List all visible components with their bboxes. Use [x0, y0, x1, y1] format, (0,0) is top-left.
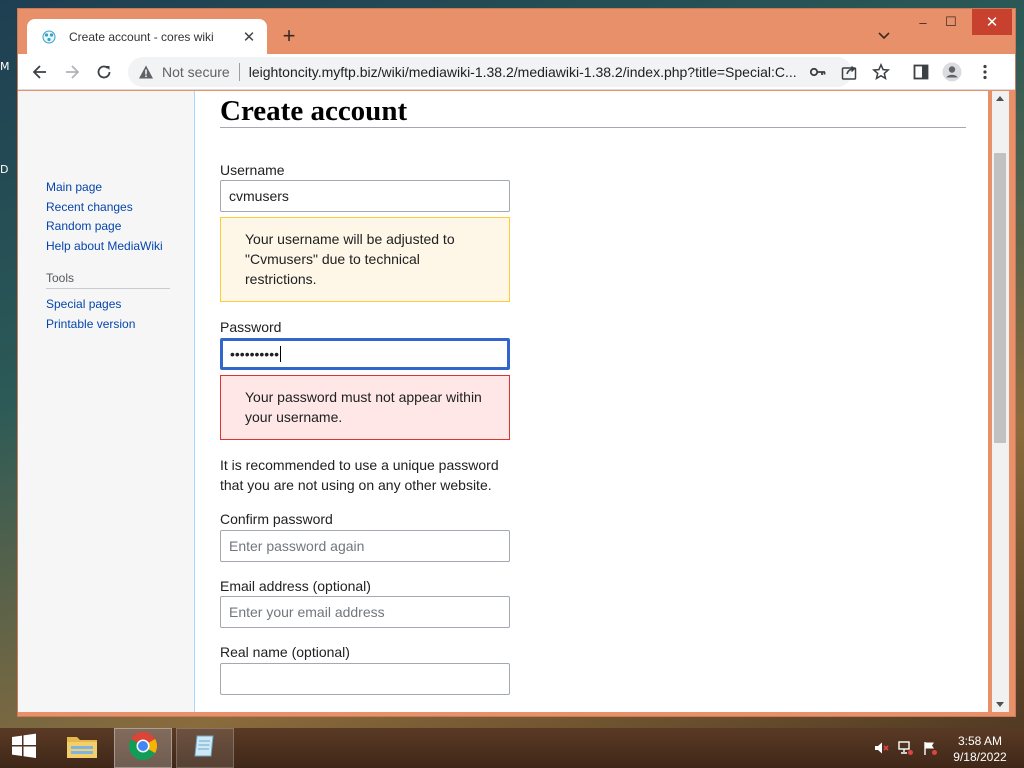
browser-tab[interactable]: Create account - cores wiki ✕ — [27, 19, 267, 55]
taskbar-chrome[interactable] — [114, 728, 172, 768]
sidebar: Main page Recent changes Random page Hel… — [18, 91, 195, 712]
taskbar-notepad[interactable] — [176, 728, 234, 768]
chrome-logo-icon — [128, 731, 158, 766]
not-secure-label[interactable]: Not secure — [162, 64, 230, 80]
start-button[interactable] — [0, 728, 48, 768]
confirm-password-placeholder: Enter password again — [229, 538, 365, 554]
tab-search-chevron-down-icon[interactable] — [876, 27, 892, 43]
sidebar-item-random-page[interactable]: Random page — [46, 217, 163, 237]
address-divider — [238, 63, 240, 81]
sidebar-item-main-page[interactable]: Main page — [46, 178, 163, 198]
action-center-flag-icon[interactable] — [922, 740, 938, 756]
tab-strip: Create account - cores wiki ✕ + – ☐ ✕ — [18, 9, 1015, 55]
address-bar[interactable]: Not secure leightoncity.myftp.biz/wiki/m… — [128, 57, 852, 87]
url-text[interactable]: leightoncity.myftp.biz/wiki/mediawiki-1.… — [249, 64, 809, 80]
profile-avatar-icon[interactable] — [942, 62, 962, 82]
scrollbar-thumb[interactable] — [994, 153, 1006, 443]
main-content: Create account Username cvmusers Your us… — [220, 91, 966, 695]
confirm-password-label: Confirm password — [220, 511, 333, 527]
side-panel-icon[interactable] — [911, 62, 931, 82]
back-arrow-icon[interactable] — [30, 62, 50, 82]
close-tab-icon[interactable]: ✕ — [241, 28, 257, 46]
key-icon[interactable] — [808, 62, 828, 82]
password-error-message: Your password must not appear within you… — [220, 375, 510, 440]
page-scrollbar[interactable] — [992, 91, 1009, 712]
text-cursor — [280, 346, 282, 362]
forward-arrow-icon[interactable] — [62, 62, 82, 82]
sidebar-item-help[interactable]: Help about MediaWiki — [46, 237, 163, 257]
folder-icon — [65, 731, 99, 766]
windows-logo-icon — [10, 732, 38, 765]
wiki-favicon-icon — [41, 29, 57, 45]
real-name-input[interactable] — [220, 663, 510, 695]
tools-menu: Special pages Printable version — [46, 295, 135, 334]
volume-muted-icon[interactable] — [873, 740, 889, 756]
password-recommendation-note: It is recommended to use a unique passwo… — [220, 457, 499, 493]
bookmark-star-icon[interactable] — [871, 62, 891, 82]
taskbar-file-explorer[interactable] — [60, 728, 104, 768]
desktop-icon-label: D — [0, 163, 9, 176]
confirm-password-input[interactable]: Enter password again — [220, 530, 510, 562]
maximize-button[interactable]: ☐ — [936, 9, 966, 35]
sidebar-item-recent-changes[interactable]: Recent changes — [46, 198, 163, 218]
password-label: Password — [220, 319, 282, 335]
scroll-up-arrow-icon[interactable] — [996, 96, 1004, 101]
menu-kebab-icon[interactable] — [975, 62, 995, 82]
system-clock[interactable]: 3:58 AM 9/18/2022 — [945, 733, 1015, 765]
password-value: •••••••••• — [230, 346, 280, 362]
clock-date: 9/18/2022 — [953, 750, 1007, 764]
sidebar-item-printable-version[interactable]: Printable version — [46, 315, 135, 335]
desktop-icon-label: M — [0, 60, 10, 73]
email-label: Email address (optional) — [220, 578, 371, 594]
clock-time: 3:58 AM — [957, 734, 1003, 748]
username-warning-message: Your username will be adjusted to "Cvmus… — [220, 217, 510, 302]
tools-heading: Tools — [46, 271, 170, 289]
password-input[interactable]: •••••••••• — [220, 338, 510, 370]
minimize-button[interactable]: – — [908, 9, 938, 35]
notepad-icon — [191, 732, 219, 765]
taskbar: 3:58 AM 9/18/2022 — [0, 728, 1024, 768]
reload-icon[interactable] — [94, 62, 114, 82]
close-window-button[interactable]: ✕ — [972, 9, 1012, 35]
username-input[interactable]: cvmusers — [220, 180, 510, 212]
scroll-down-arrow-icon[interactable] — [996, 702, 1004, 707]
username-value: cvmusers — [229, 188, 289, 204]
warning-triangle-icon[interactable] — [138, 64, 154, 80]
email-placeholder: Enter your email address — [229, 604, 385, 620]
sidebar-item-special-pages[interactable]: Special pages — [46, 295, 135, 315]
real-name-label: Real name (optional) — [220, 644, 350, 660]
browser-window: Create account - cores wiki ✕ + – ☐ ✕ No… — [17, 8, 1016, 717]
network-icon[interactable] — [898, 740, 914, 756]
email-input[interactable]: Enter your email address — [220, 596, 510, 628]
username-label: Username — [220, 162, 285, 178]
share-icon[interactable] — [839, 62, 859, 82]
navigation-menu: Main page Recent changes Random page Hel… — [46, 178, 163, 256]
tab-title: Create account - cores wiki — [69, 30, 214, 44]
new-tab-button[interactable]: + — [278, 25, 300, 47]
page-viewport: Main page Recent changes Random page Hel… — [18, 91, 988, 712]
page-title: Create account — [220, 91, 966, 128]
browser-toolbar: Not secure leightoncity.myftp.biz/wiki/m… — [18, 54, 1015, 90]
